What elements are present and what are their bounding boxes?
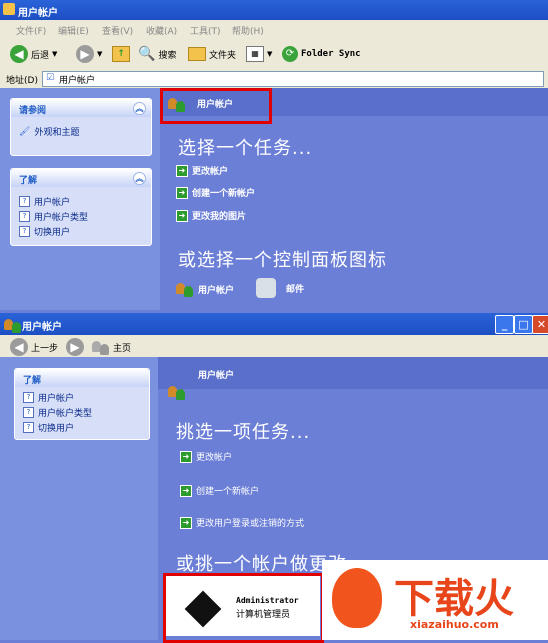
folders-button[interactable]: 文件夹 [188,44,236,64]
dropdown-icon[interactable]: ▼ [52,50,57,58]
user-accounts-icon [4,316,22,334]
pick-task-heading: 挑选一项任务... [176,422,311,443]
window-title: 用户帐户 [22,322,62,333]
arrow-icon: ➜ [176,209,188,222]
task-change-picture[interactable]: ➜ 更改我的图片 [176,209,246,222]
highlight-box [163,573,324,643]
help-icon: ? [19,211,30,222]
or-pick-heading: 或选择一个控制面板图标 [178,250,387,271]
pick-task-heading: 选择一个任务... [178,138,313,159]
maximize-button[interactable]: □ [514,315,533,334]
forward-arrow-icon: ▶ [76,45,94,63]
menu-view[interactable]: 查看(V) [102,24,133,37]
address-value: 用户帐户 [59,76,96,86]
title-bar-2: 用户帐户 _ □ ✕ [0,313,548,335]
views-button[interactable]: ▦ ▼ [246,44,272,64]
task-change-account[interactable]: ➜ 更改帐户 [176,164,228,177]
learn-item-switch-user[interactable]: ? 切换用户 [23,421,74,434]
toolbar: ◀ 后退 ▼ ▶ ▼ ↑ 🔍 搜索 文件夹 ▦ ▼ ⟳ Folder Sync [0,38,548,71]
sync-icon: ⟳ [282,46,298,62]
see-also-item-appearance[interactable]: 🖌 外观和主题 [19,125,79,139]
address-label: 地址(D) [6,76,38,86]
flame-logo-icon [332,568,382,628]
learn-about-header[interactable]: 了解 [15,369,149,387]
icon-user-accounts[interactable]: 用户帐户 [176,280,234,298]
appearance-icon: 🖌 [19,126,31,137]
help-icon: ? [23,392,34,403]
control-panel-icon: ☑ [46,73,55,83]
dropdown-icon[interactable]: ▼ [97,50,102,58]
back-arrow-icon: ◀ [10,45,28,63]
task-create-account[interactable]: ➜ 创建一个新帐户 [180,484,259,497]
arrow-icon: ➜ [176,164,188,177]
learn-item-account-types[interactable]: ? 用户帐户类型 [23,406,92,419]
address-bar: 地址(D) ☑ 用户帐户 [0,70,548,89]
learn-about-panel-2: 了解 ? 用户帐户 ? 用户帐户类型 ? 切换用户 [14,368,150,440]
menu-edit[interactable]: 编辑(E) [58,24,89,37]
watermark-brand: 下载火 [394,576,514,622]
collapse-icon[interactable]: ︽ [133,172,146,185]
user-accounts-icon [168,383,186,401]
up-folder-icon: ↑ [112,46,130,62]
views-icon: ▦ [246,46,264,62]
menu-bar: 文件(F) 编辑(E) 查看(V) 收藏(A) 工具(T) 帮助(H) [0,20,548,39]
back-arrow-icon: ◀ [10,338,28,356]
collapse-icon[interactable]: ︽ [133,102,146,115]
arrow-icon: ➜ [180,516,192,529]
close-button[interactable]: ✕ [532,315,548,334]
minimize-button[interactable]: _ [495,315,514,334]
learn-item-user-accounts[interactable]: ? 用户帐户 [19,195,70,208]
window-icon [3,3,15,15]
task-change-logon[interactable]: ➜ 更改用户登录或注销的方式 [180,516,304,529]
folder-sync-button[interactable]: ⟳ Folder Sync [282,44,361,64]
address-input[interactable]: ☑ 用户帐户 [42,71,544,87]
arrow-icon: ➜ [176,186,188,199]
window-title: 用户帐户 [18,8,58,19]
header-title: 用户帐户 [198,371,235,381]
search-icon: 🔍 [138,46,156,62]
help-icon: ? [23,422,34,433]
learn-item-user-accounts[interactable]: ? 用户帐户 [23,391,74,404]
search-button[interactable]: 🔍 搜索 [138,44,176,64]
learn-item-account-types[interactable]: ? 用户帐户类型 [19,210,88,223]
menu-help[interactable]: 帮助(H) [232,24,264,37]
see-also-header[interactable]: 请参阅 ︽ [11,99,151,117]
learn-about-header[interactable]: 了解 ︽ [11,169,151,187]
dropdown-icon[interactable]: ▼ [267,50,272,58]
forward-button[interactable]: ▶ [66,337,84,357]
home-icon [92,338,110,356]
task-create-account[interactable]: ➜ 创建一个新帐户 [176,186,255,199]
title-bar: 用户帐户 [0,0,548,20]
forward-arrow-icon: ▶ [66,338,84,356]
task-change-account[interactable]: ➜ 更改帐户 [180,450,232,463]
folder-icon [188,47,206,61]
nav-bar: ◀ 上一步 ▶ 主页 [0,335,548,358]
up-folder-button[interactable]: ↑ [112,44,130,64]
arrow-icon: ➜ [180,450,192,463]
user-accounts-icon [176,280,194,298]
menu-tools[interactable]: 工具(T) [190,24,221,37]
home-button[interactable]: 主页 [92,337,131,357]
help-icon: ? [19,226,30,237]
back-button[interactable]: ◀ 后退 ▼ [10,44,57,64]
watermark: 下载火 xiazaihuo.com [322,560,548,640]
back-button[interactable]: ◀ 上一步 [10,337,58,357]
menu-favorites[interactable]: 收藏(A) [146,24,177,37]
icon-mail[interactable]: 邮件 [256,278,304,298]
help-icon: ? [23,407,34,418]
menu-file[interactable]: 文件(F) [16,24,46,37]
forward-button[interactable]: ▶ ▼ [76,44,102,64]
learn-about-panel: 了解 ︽ ? 用户帐户 ? 用户帐户类型 ? 切换用户 [10,168,152,246]
watermark-url: xiazaihuo.com [410,618,499,631]
help-icon: ? [19,196,30,207]
see-also-panel: 请参阅 ︽ 🖌 外观和主题 [10,98,152,156]
learn-item-switch-user[interactable]: ? 切换用户 [19,225,70,238]
arrow-icon: ➜ [180,484,192,497]
highlight-box [160,88,272,124]
mail-icon [256,278,276,298]
